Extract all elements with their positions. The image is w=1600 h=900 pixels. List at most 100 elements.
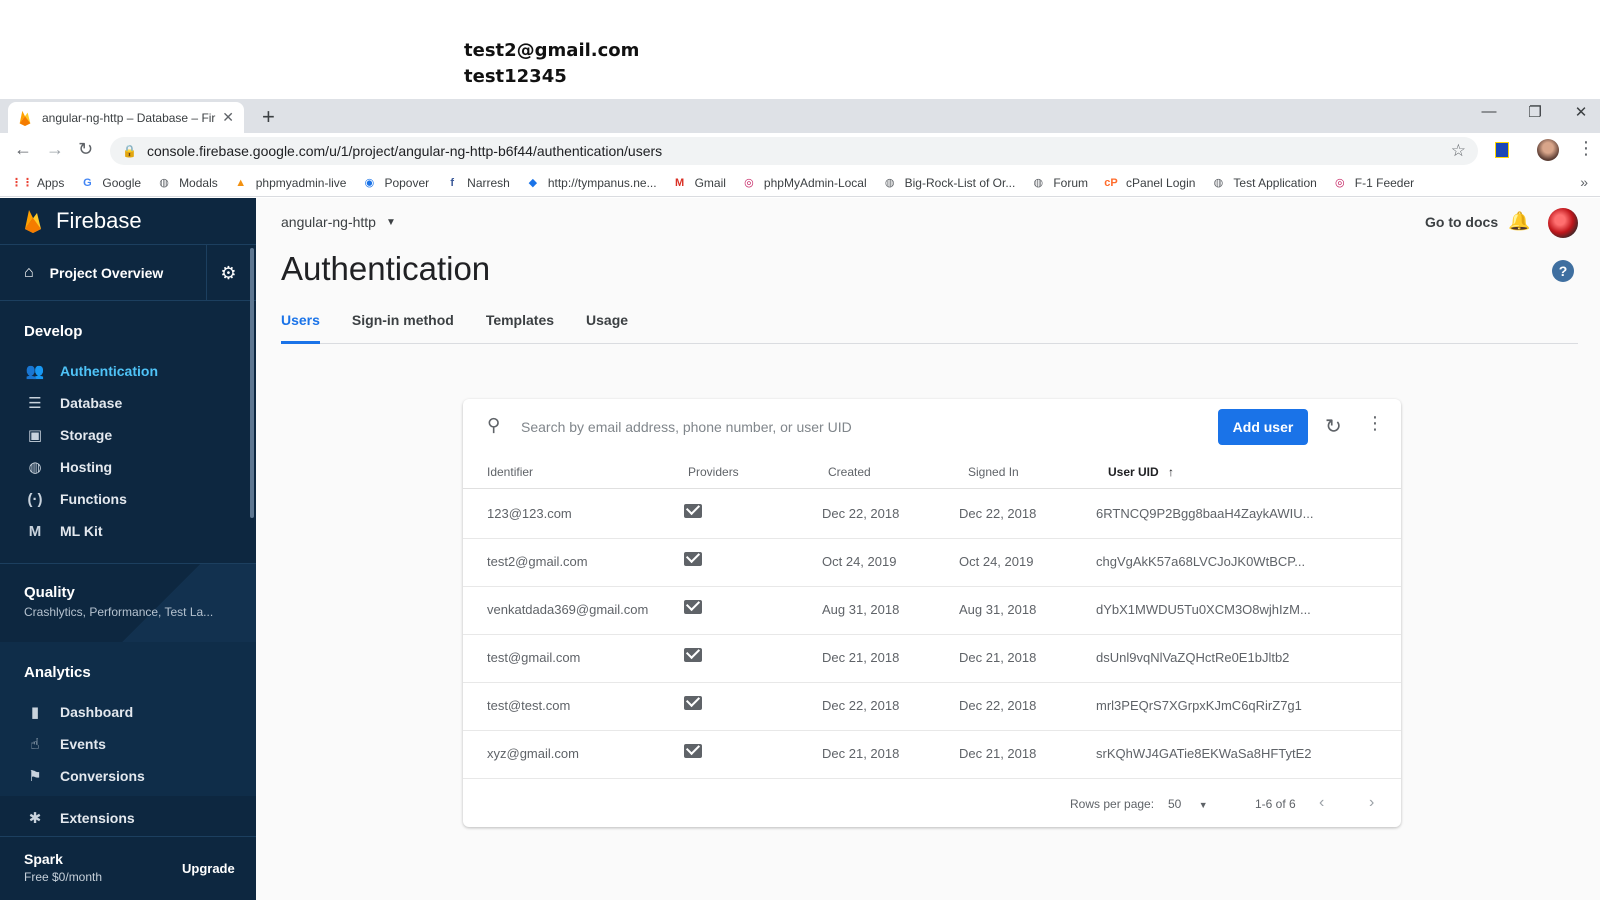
table-row[interactable]: test@gmail.com Dec 21, 2018 Dec 21, 2018 ds… — [463, 634, 1401, 683]
cell-created: Dec 22, 2018 — [822, 698, 900, 713]
tab-templates[interactable]: Templates — [486, 306, 554, 344]
quality-section[interactable]: Quality Crashlytics, Performance, Test L… — [0, 564, 256, 642]
phpmyadmin-icon: ▲ — [235, 176, 247, 189]
table-row[interactable]: 123@123.com Dec 22, 2018 Dec 22, 2018 6RTNC… — [463, 490, 1401, 539]
account-avatar[interactable] — [1548, 208, 1578, 238]
help-icon[interactable]: ? — [1552, 260, 1574, 282]
main-content: angular-ng-http ▼ Go to docs 🔔 Authentic… — [256, 198, 1600, 900]
email-icon — [684, 600, 702, 614]
sidebar-item-conversions[interactable]: ⚑ Conversions — [0, 760, 256, 792]
bookmark-item[interactable]: ◆ http://tympanus.ne... — [525, 175, 657, 191]
bookmark-item[interactable]: ◍ Forum — [1030, 175, 1088, 191]
tab-usage[interactable]: Usage — [586, 306, 628, 344]
extensions-icon: ✱ — [28, 810, 42, 827]
more-options-icon[interactable]: ⋮ — [1366, 413, 1384, 434]
table-row[interactable]: test2@gmail.com Oct 24, 2019 Oct 24, 2019 c… — [463, 538, 1401, 587]
bookmark-label: F-1 Feeder — [1354, 175, 1415, 190]
sidebar-item-hosting[interactable]: ◍ Hosting — [0, 451, 256, 483]
sidebar-item-label: Authentication — [60, 363, 158, 379]
column-header-providers[interactable]: Providers — [688, 465, 739, 479]
sidebar-item-label: Extensions — [60, 810, 135, 826]
sidebar-item-events[interactable]: ☝ Events — [0, 728, 256, 760]
table-footer: Rows per page: 50 ▼ 1-6 of 6 ‹ › — [463, 789, 1401, 827]
add-user-button[interactable]: Add user — [1218, 409, 1308, 445]
pagination-range: 1-6 of 6 — [1255, 797, 1296, 811]
sidebar-scrollbar[interactable] — [250, 248, 254, 518]
tab-sign-in-method[interactable]: Sign-in method — [352, 306, 454, 344]
new-tab-icon[interactable]: + — [262, 104, 275, 130]
project-overview-link[interactable]: ⌂ Project Overview ⚙ — [0, 245, 256, 301]
browser-tab[interactable]: angular-ng-http – Database – Fir ✕ — [8, 102, 244, 133]
column-header-identifier[interactable]: Identifier — [487, 465, 533, 479]
bookmark-item[interactable]: ◍ Big-Rock-List of Or... — [882, 175, 1016, 191]
browser-menu-icon[interactable]: ⋮ — [1577, 138, 1595, 159]
rows-per-page-select[interactable]: 50 ▼ — [1168, 797, 1208, 811]
sidebar-item-authentication[interactable]: 👥 Authentication — [0, 355, 256, 387]
sidebar-item-label: Hosting — [60, 459, 113, 475]
analytics-section: Analytics ▮ Dashboard ☝ Events ⚑ Conversions — [0, 642, 256, 796]
sidebar-item-ml-kit[interactable]: M ML Kit — [0, 515, 256, 547]
bookmark-item[interactable]: cP cPanel Login — [1103, 175, 1195, 191]
rows-per-page-value: 50 — [1168, 797, 1182, 811]
profile-avatar[interactable] — [1537, 139, 1559, 161]
firebase-brand[interactable]: Firebase — [0, 198, 256, 245]
refresh-icon[interactable]: ↻ — [1325, 414, 1342, 439]
page-title: Authentication — [281, 250, 491, 287]
project-selector[interactable]: angular-ng-http ▼ — [281, 214, 396, 230]
cell-identifier: 123@123.com — [487, 506, 572, 521]
restore-icon[interactable]: ❐ — [1512, 103, 1558, 121]
gear-icon[interactable]: ⚙ — [206, 245, 250, 301]
storage-icon: ▣ — [27, 427, 43, 444]
table-row[interactable]: venkatdada369@gmail.com Aug 31, 2018 Aug 3… — [463, 586, 1401, 635]
develop-heading: Develop — [24, 323, 83, 340]
cell-user-uid: srKQhWJ4GATie8EKWaSa8HFTytE2 — [1096, 746, 1312, 761]
sidebar-item-functions[interactable]: (·) Functions — [0, 483, 256, 515]
tab-users[interactable]: Users — [281, 306, 320, 344]
sidebar-item-dashboard[interactable]: ▮ Dashboard — [0, 696, 256, 728]
extension-icon[interactable] — [1495, 142, 1509, 158]
reload-icon[interactable]: ↻ — [78, 139, 93, 160]
table-row[interactable]: xyz@gmail.com Dec 21, 2018 Dec 21, 2018 srK… — [463, 730, 1401, 779]
sidebar-item-database[interactable]: ☰ Database — [0, 387, 256, 419]
bookmark-item[interactable]: ◎ phpMyAdmin-Local — [741, 175, 867, 191]
bookmark-item[interactable]: f Narresh — [444, 175, 510, 191]
minimize-icon[interactable]: — — [1466, 103, 1512, 120]
column-header-created[interactable]: Created — [828, 465, 871, 479]
bookmark-item[interactable]: ◉ Popover — [361, 175, 430, 191]
globe-icon: ◍ — [28, 459, 42, 476]
develop-nav: 👥 Authentication ☰ Database ▣ Storage ◍ Hosting… — [0, 355, 256, 547]
bookmark-item[interactable]: ◍ Test Application — [1210, 175, 1317, 191]
next-page-icon[interactable]: › — [1369, 794, 1374, 812]
bookmark-item[interactable]: M Gmail — [672, 175, 726, 191]
column-header-user-uid[interactable]: User UID ↑ — [1108, 465, 1174, 479]
table-row[interactable]: test@test.com Dec 22, 2018 Dec 22, 2018 mrl… — [463, 682, 1401, 731]
forward-icon[interactable]: → — [46, 139, 64, 160]
bell-icon[interactable]: 🔔 — [1508, 211, 1530, 232]
firebase-logo-icon — [25, 210, 41, 233]
bookmark-item[interactable]: ◎ F-1 Feeder — [1332, 175, 1414, 191]
bookmark-item[interactable]: ▲ phpmyadmin-live — [233, 175, 346, 191]
more-bookmarks-icon[interactable]: » — [1580, 174, 1588, 190]
go-to-docs-link[interactable]: Go to docs — [1425, 214, 1498, 230]
bookmark-star-icon[interactable]: ☆ — [1451, 141, 1466, 161]
bookmark-item[interactable]: G Google — [79, 175, 141, 191]
address-bar[interactable]: 🔒 console.firebase.google.com/u/1/projec… — [110, 137, 1478, 165]
bookmark-item[interactable]: ◍ Modals — [156, 175, 218, 191]
prev-page-icon[interactable]: ‹ — [1319, 794, 1324, 812]
mlkit-icon: M — [28, 522, 42, 540]
chevron-down-icon: ▼ — [1198, 800, 1208, 810]
search-input[interactable] — [521, 413, 1171, 441]
bookmark-item[interactable]: ⋮⋮ Apps — [11, 175, 64, 191]
browser-tab-strip: angular-ng-http – Database – Fir ✕ + — ❐… — [0, 99, 1600, 133]
close-tab-icon[interactable]: ✕ — [222, 109, 234, 126]
upgrade-button[interactable]: Upgrade — [182, 861, 235, 876]
cell-user-uid: mrl3PEQrS7XGrpxKJmC6qRirZ7g1 — [1096, 698, 1302, 713]
close-window-icon[interactable]: ✕ — [1558, 103, 1600, 121]
sidebar-item-extensions[interactable]: ✱ Extensions — [0, 802, 256, 834]
sidebar-item-storage[interactable]: ▣ Storage — [0, 419, 256, 451]
search-row: ⚲ Add user ↻ ⋮ — [463, 399, 1401, 455]
annotation-password: test12345 — [464, 66, 567, 87]
cell-signed-in: Dec 21, 2018 — [959, 746, 1037, 761]
column-header-signed-in[interactable]: Signed In — [968, 465, 1019, 479]
back-icon[interactable]: ← — [14, 139, 32, 160]
